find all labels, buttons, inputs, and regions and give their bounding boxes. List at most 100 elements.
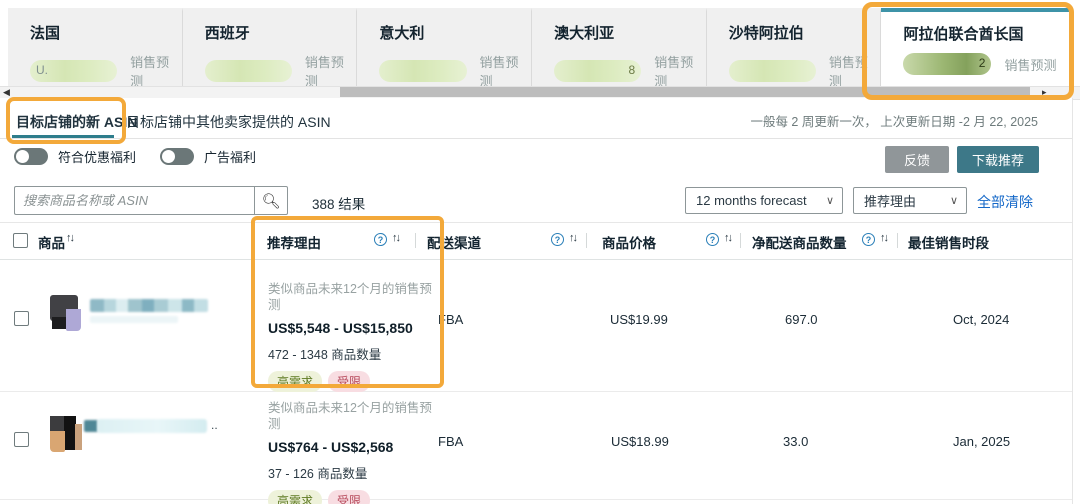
- column-divider: [586, 233, 587, 248]
- feedback-button[interactable]: 反馈: [885, 146, 949, 173]
- download-recommendations-button[interactable]: 下载推荐: [957, 146, 1039, 173]
- forecast-label: 销售预测: [480, 52, 532, 90]
- sales-forecast-page: 法国 U. 销售预测 西班牙 销售预测 意大利 销售预测 澳大利亚 8 销: [0, 0, 1080, 504]
- tab-new-asin[interactable]: 目标店铺的新 ASIN: [16, 112, 137, 132]
- update-note: 一般每 2 周更新一次， 上次更新日期 -2 月 22, 2025: [750, 111, 1038, 130]
- table-row: .. 类似商品未来12个月的销售预测 US$764 - US$2,568 37 …: [0, 392, 1072, 500]
- row-checkbox[interactable]: [14, 432, 29, 447]
- restricted-badge: 受限: [328, 490, 370, 504]
- product-image[interactable]: [50, 295, 84, 331]
- column-price: 商品价格: [602, 232, 656, 252]
- channel-value: FBA: [438, 434, 463, 449]
- recommendation-reason-cell: 类似商品未来12个月的销售预测 US$764 - US$2,568 37 - 1…: [268, 400, 443, 504]
- net-quantity-value: 33.0: [783, 434, 808, 449]
- chevron-down-icon: ∨: [826, 194, 834, 207]
- forecast-select-value: 12 months forecast: [696, 193, 807, 208]
- chevron-down-icon: ∨: [950, 194, 958, 207]
- scroll-right-arrow-icon[interactable]: ▸: [1042, 86, 1047, 98]
- recommendation-reason-select[interactable]: 推荐理由 ∨: [853, 187, 967, 214]
- blurred-forecast-pill: [205, 60, 292, 82]
- ad-benefit-label: 广告福利: [204, 147, 256, 166]
- image-block: [50, 431, 65, 452]
- reason-select-value: 推荐理由: [864, 191, 916, 210]
- column-divider: [740, 233, 741, 248]
- blurred-forecast-pill: [729, 60, 816, 82]
- product-image[interactable]: [50, 416, 84, 452]
- table-header: 商品 ↑↓ 推荐理由 ? ↑↓ 配送渠道 ? ↑↓ 商品价格 ? ↑↓ 净配送商…: [0, 222, 1072, 260]
- pill-hint-text: 2: [979, 56, 986, 70]
- country-tab-spain[interactable]: 西班牙 销售预测: [183, 8, 358, 86]
- ad-benefit-toggle[interactable]: [160, 148, 194, 165]
- clear-all-link[interactable]: 全部清除: [977, 192, 1033, 212]
- price-value: US$19.99: [610, 312, 668, 327]
- country-tab-france[interactable]: 法国 U. 销售预测: [8, 8, 183, 86]
- country-tab-italy[interactable]: 意大利 销售预测: [357, 8, 532, 86]
- sort-net-quantity-icon[interactable]: ↑↓: [880, 232, 887, 244]
- forecast-label: 销售预测: [130, 52, 182, 90]
- forecast-period-select[interactable]: 12 months forecast ∨: [685, 187, 843, 214]
- column-divider: [415, 233, 416, 248]
- country-tab-label: 意大利: [379, 22, 531, 43]
- help-price-icon[interactable]: ?: [706, 233, 719, 246]
- restricted-badge: 受限: [328, 371, 370, 392]
- country-tab-australia[interactable]: 澳大利亚 8 销售预测: [532, 8, 707, 86]
- sort-price-icon[interactable]: ↑↓: [724, 232, 731, 244]
- best-period-value: Jan, 2025: [953, 434, 1010, 449]
- country-tab-label: 法国: [30, 22, 182, 43]
- sort-product-icon[interactable]: ↑↓: [66, 232, 73, 244]
- net-quantity-value: 697.0: [785, 312, 818, 327]
- search-button[interactable]: 🔍︎: [254, 186, 288, 215]
- blurred-product-title: [84, 420, 98, 432]
- tab-other-sellers-asin[interactable]: 目标店铺中其他卖家提供的 ASIN: [126, 112, 331, 132]
- blurred-forecast-pill: U.: [30, 60, 117, 82]
- marketplace-tab-strip: 法国 U. 销售预测 西班牙 销售预测 意大利 销售预测 澳大利亚 8 销: [8, 8, 1072, 86]
- help-reason-icon[interactable]: ?: [374, 233, 387, 246]
- column-reason: 推荐理由: [267, 232, 321, 252]
- column-channel: 配送渠道: [427, 232, 481, 252]
- pill-hint-text: U.: [36, 63, 48, 77]
- blurred-forecast-pill: 2: [903, 53, 991, 75]
- blurred-product-title: [97, 419, 207, 433]
- column-net-quantity: 净配送商品数量: [752, 232, 847, 252]
- country-tab-label: 澳大利亚: [554, 22, 706, 43]
- country-tab-uae[interactable]: 阿拉伯联合酋长国 2 销售预测: [881, 8, 1072, 86]
- active-tab-underline: [12, 135, 114, 138]
- blurred-product-title: [90, 299, 208, 312]
- content-panel: 目标店铺的新 ASIN 目标店铺中其他卖家提供的 ASIN 一般每 2 周更新一…: [0, 98, 1073, 504]
- blurred-forecast-pill: [379, 60, 466, 82]
- title-ellipsis: ..: [211, 418, 218, 432]
- search-icon: 🔍︎: [261, 192, 280, 210]
- reason-title: 类似商品未来12个月的销售预测: [268, 400, 443, 433]
- blurred-product-subtitle: [90, 316, 178, 323]
- blurred-forecast-pill: 8: [554, 60, 641, 82]
- country-tab-saudi-arabia[interactable]: 沙特阿拉伯 销售预测: [707, 8, 882, 86]
- forecast-label: 销售预测: [1004, 55, 1056, 74]
- high-demand-badge: 高需求: [268, 371, 322, 392]
- scroll-left-arrow-icon[interactable]: ◀: [3, 86, 10, 98]
- scrollbar-thumb[interactable]: [340, 87, 1030, 97]
- deal-benefit-label: 符合优惠福利: [58, 147, 136, 166]
- search-bar: 🔍︎: [14, 186, 288, 215]
- forecast-range: US$764 - US$2,568: [268, 439, 443, 455]
- help-channel-icon[interactable]: ?: [551, 233, 564, 246]
- help-net-quantity-icon[interactable]: ?: [862, 233, 875, 246]
- toggle-knob: [16, 150, 29, 163]
- forecast-label: 销售预测: [829, 52, 881, 90]
- column-product: 商品: [38, 232, 65, 252]
- sort-channel-icon[interactable]: ↑↓: [569, 232, 576, 244]
- best-period-value: Oct, 2024: [953, 312, 1009, 327]
- image-block: [52, 317, 66, 329]
- search-input[interactable]: [14, 186, 254, 215]
- country-tab-label: 沙特阿拉伯: [729, 22, 881, 43]
- deal-benefit-toggle[interactable]: [14, 148, 48, 165]
- country-tab-label: 阿拉伯联合酋长国: [903, 23, 1072, 44]
- forecast-range: US$5,548 - US$15,850: [268, 320, 443, 336]
- column-best-period: 最佳销售时段: [908, 232, 989, 252]
- row-checkbox[interactable]: [14, 311, 29, 326]
- price-value: US$18.99: [611, 434, 669, 449]
- sort-reason-icon[interactable]: ↑↓: [392, 232, 399, 244]
- forecast-label: 销售预测: [654, 52, 706, 90]
- image-block: [66, 309, 81, 331]
- select-all-checkbox[interactable]: [13, 233, 28, 248]
- table-row: 类似商品未来12个月的销售预测 US$5,548 - US$15,850 472…: [0, 259, 1072, 392]
